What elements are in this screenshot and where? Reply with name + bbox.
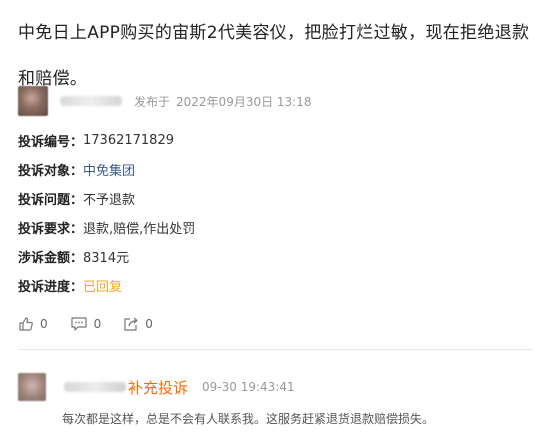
- reply-header: 补充投诉 09-30 19:43:41: [18, 372, 532, 402]
- like-count: 0: [40, 317, 48, 331]
- reply-avatar[interactable]: [18, 373, 46, 401]
- publish-label: 发布于: [134, 94, 171, 109]
- detail-value: 退款,赔偿,作出处罚: [83, 221, 196, 237]
- detail-value: 8314元: [83, 250, 130, 266]
- supplementary-complaint-tag: 补充投诉: [128, 378, 189, 397]
- complaint-page: 中免日上APP购买的宙斯2代美容仪，把脸打烂过敏，现在拒绝退款和赔偿。 发布于 …: [0, 0, 550, 438]
- detail-row-issue: 投诉问题： 不予退款: [18, 186, 195, 210]
- detail-label: 投诉编号：: [18, 134, 84, 150]
- detail-label: 投诉进度：: [18, 279, 84, 295]
- action-bar: 0 0 0: [18, 316, 153, 332]
- detail-value: 不予退款: [83, 192, 136, 208]
- share-icon: [123, 316, 139, 332]
- author-row: 发布于 2022年09月30日 13:18: [18, 85, 312, 117]
- detail-label: 投诉对象：: [18, 163, 84, 179]
- publish-meta: 发布于 2022年09月30日 13:18: [134, 93, 312, 110]
- reply-time: 09-30 19:43:41: [202, 380, 295, 394]
- detail-row-progress: 投诉进度： 已回复: [18, 273, 195, 297]
- detail-row-demand: 投诉要求： 退款,赔偿,作出处罚: [18, 215, 195, 239]
- publish-time: 2022年09月30日 13:18: [176, 94, 312, 109]
- like-button[interactable]: 0: [18, 316, 48, 332]
- share-button[interactable]: 0: [123, 316, 153, 332]
- status-badge: 已回复: [83, 279, 123, 295]
- detail-row-id: 投诉编号： 17362171829: [18, 128, 195, 152]
- detail-row-amount: 涉诉金额： 8314元: [18, 244, 195, 268]
- detail-row-target: 投诉对象： 中免集团: [18, 157, 195, 181]
- reply-body: 每次都是这样，总是不会有人联系我。这服务赶紧退货退款赔偿损失。: [62, 412, 435, 426]
- comment-button[interactable]: 0: [70, 316, 102, 332]
- detail-label: 涉诉金额：: [18, 250, 84, 266]
- follow-up-complaint: 补充投诉 09-30 19:43:41 每次都是这样，总是不会有人联系我。这服务…: [18, 372, 532, 427]
- author-name-blurred[interactable]: [60, 96, 122, 106]
- detail-label: 投诉要求：: [18, 221, 84, 237]
- comment-icon: [70, 316, 88, 332]
- detail-value: 17362171829: [83, 132, 174, 148]
- detail-label: 投诉问题：: [18, 192, 84, 208]
- complaint-target-link[interactable]: 中免集团: [83, 160, 135, 179]
- comment-count: 0: [93, 317, 102, 331]
- reply-name-blurred[interactable]: [64, 382, 126, 392]
- complaint-details: 投诉编号： 17362171829 投诉对象： 中免集团 投诉问题： 不予退款 …: [18, 128, 195, 302]
- author-avatar[interactable]: [18, 86, 48, 116]
- section-divider: [18, 349, 532, 350]
- share-count: 0: [145, 317, 153, 331]
- thumbs-up-icon: [18, 316, 34, 332]
